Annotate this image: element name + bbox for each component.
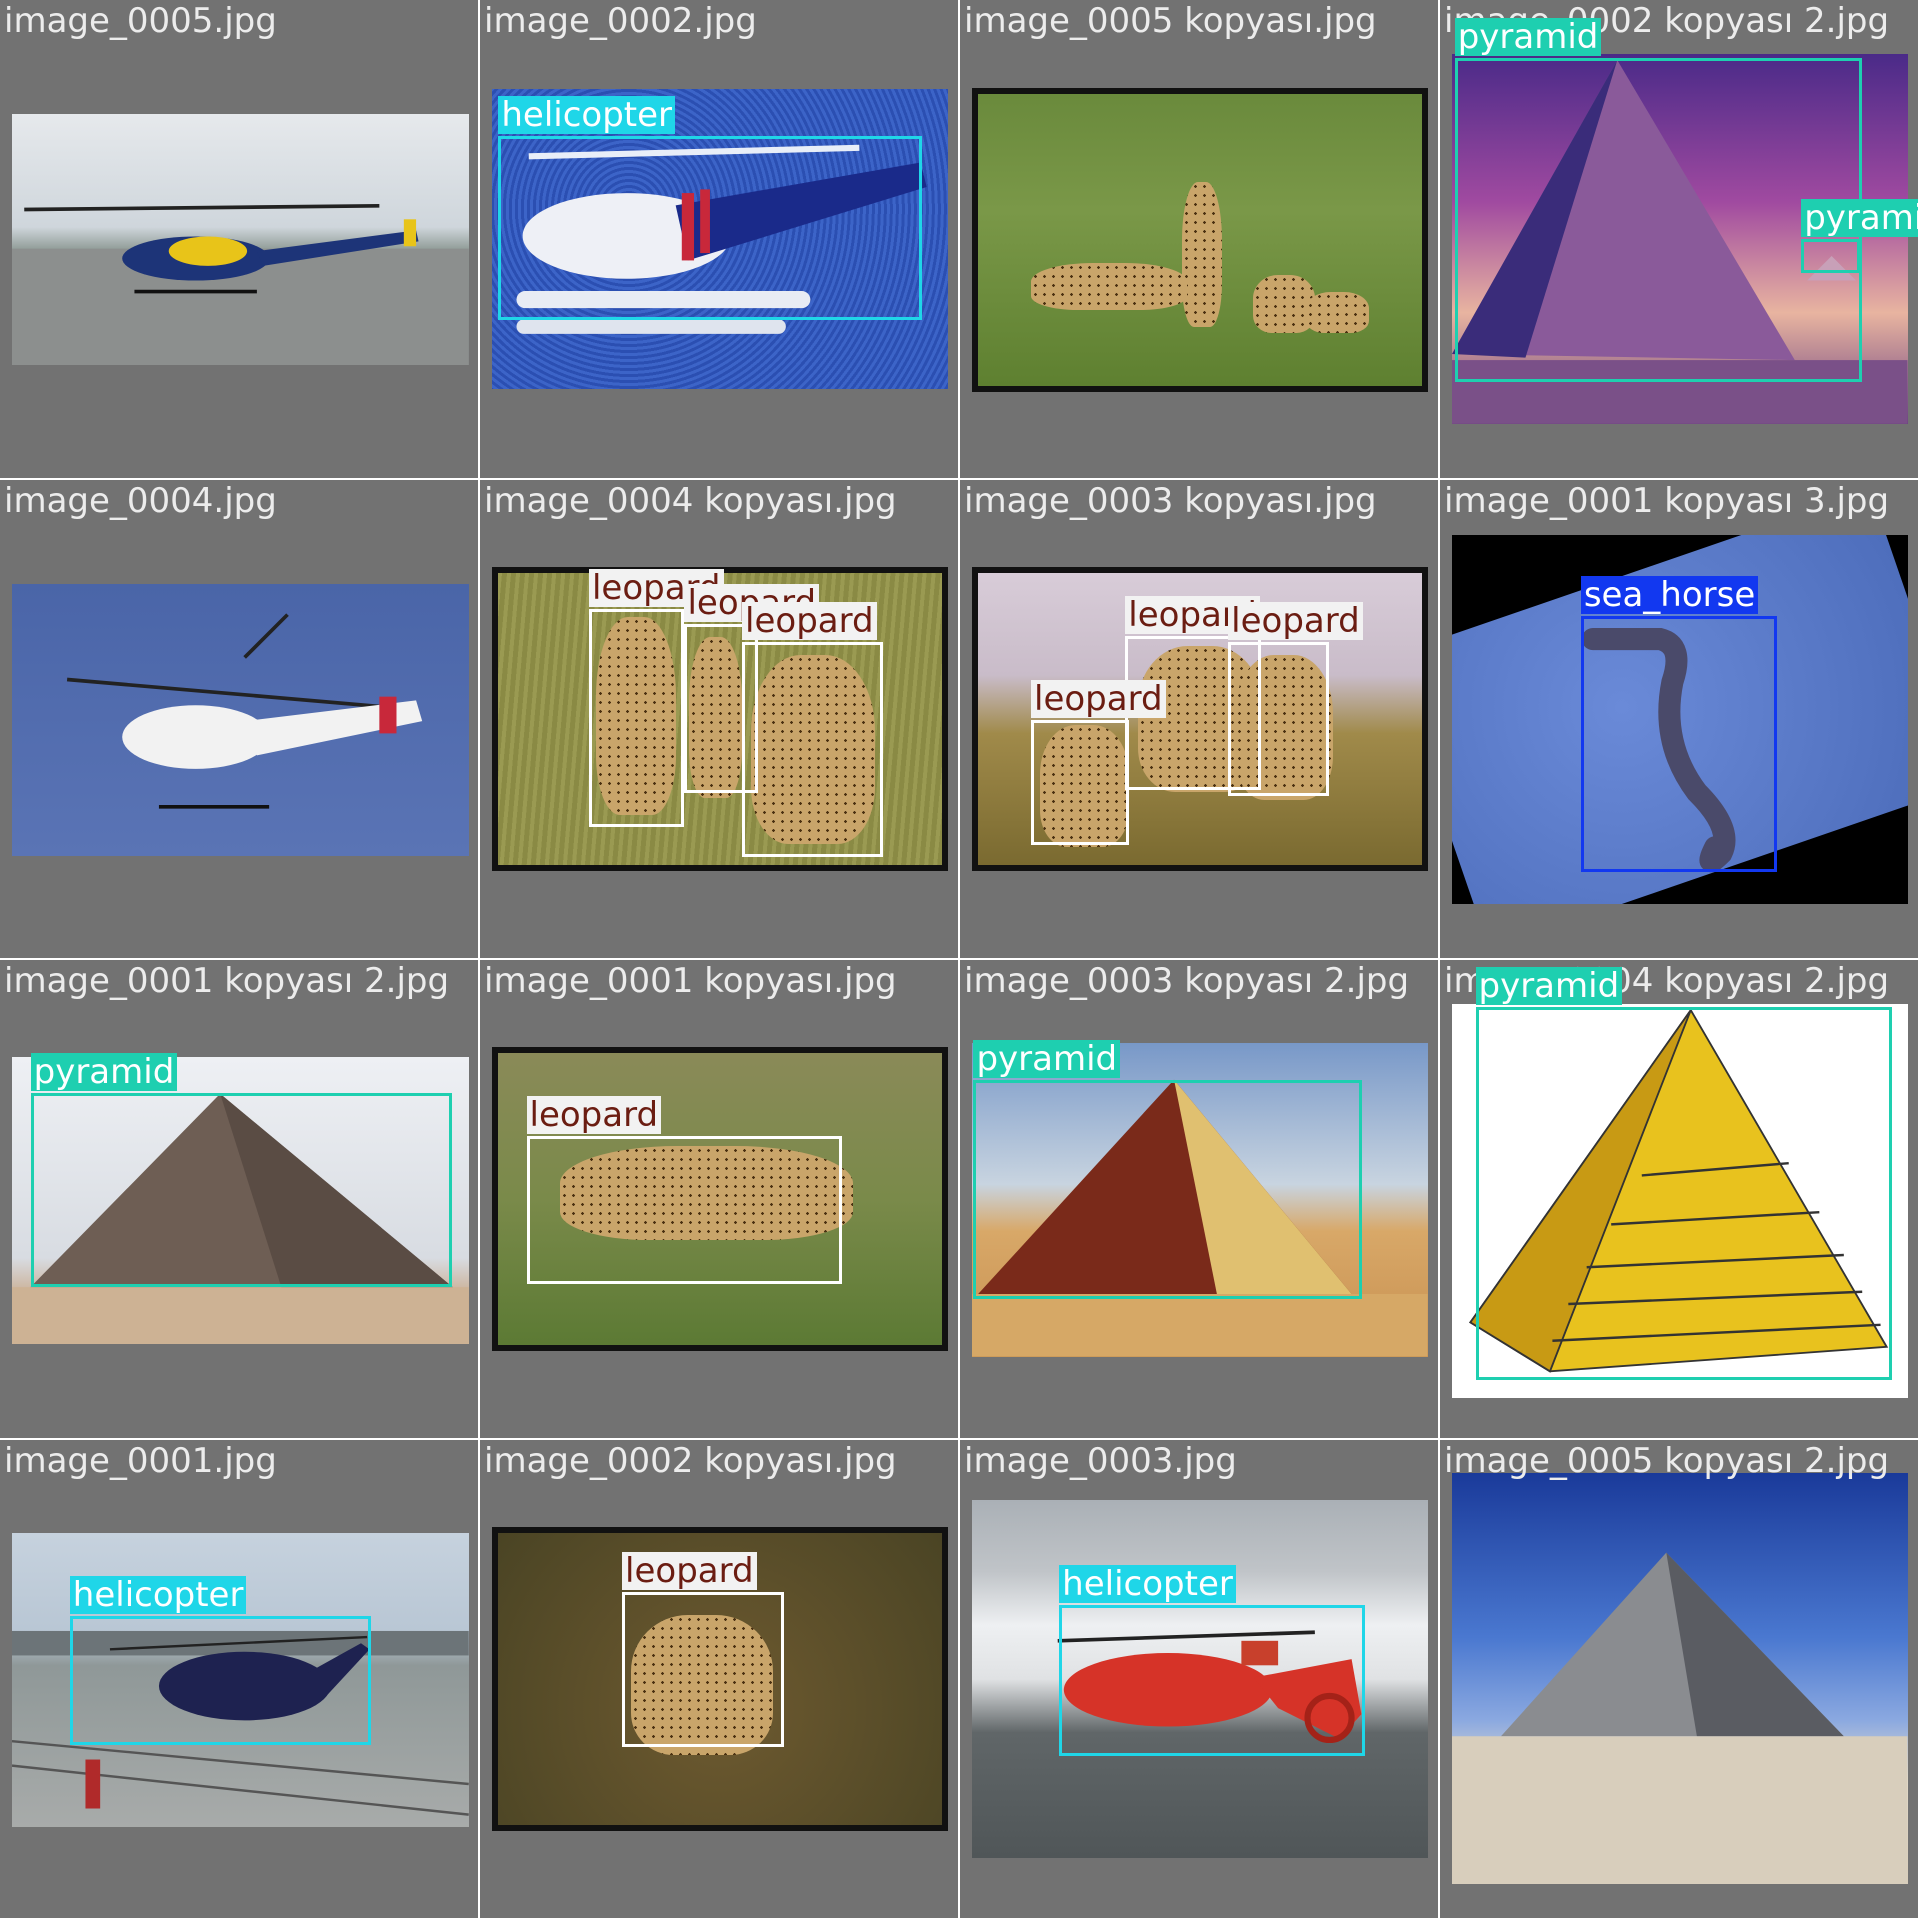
filename-label: image_0001.jpg [4, 1441, 277, 1481]
filename-label: image_0004.jpg [4, 481, 277, 521]
filename-label: image_0002.jpg [484, 1, 757, 41]
filename-label: image_0003.jpg [964, 1441, 1237, 1481]
filename-label: image_0003 kopyası.jpg [964, 481, 1377, 521]
class-label: helicopter [1059, 1565, 1236, 1604]
class-label: leopard [742, 601, 877, 640]
class-label: pyramid [1801, 198, 1918, 237]
filename-label: image_0003 kopyası 2.jpg [964, 961, 1410, 1001]
filename-label: image_0004 kopyası.jpg [484, 481, 897, 521]
result-tile[interactable]: image_0001.jpg helicopter [0, 1440, 478, 1918]
result-tile[interactable]: image_0005.jpg [0, 0, 478, 478]
bounding-box[interactable] [1801, 238, 1860, 274]
result-tile[interactable]: image_0001 kopyası.jpg leopard [480, 960, 958, 1438]
class-label: pyramid [1475, 966, 1623, 1005]
filename-label: image_0001 kopyası.jpg [484, 961, 897, 1001]
bounding-box[interactable] [69, 1616, 371, 1745]
class-label: helicopter [498, 95, 676, 134]
class-label: pyramid [1454, 17, 1602, 56]
result-tile[interactable]: image_0003 kopyası.jpg leopard leopard leop… [960, 480, 1438, 958]
result-image [1452, 1473, 1908, 1885]
result-tile[interactable]: image_0001 kopyası 3.jpg sea_horse [1440, 480, 1918, 958]
result-tile[interactable]: image_0003 kopyası 2.jpg pyramid [960, 960, 1438, 1438]
result-tile[interactable]: image_0005 kopyası 2.jpg [1440, 1440, 1918, 1918]
filename-label: image_0005 kopyası 2.jpg [1444, 1441, 1890, 1481]
result-tile[interactable]: image_0005 kopyası.jpg [960, 0, 1438, 478]
detection-results-grid: image_0005.jpg image_0002.jpg helicopter … [0, 0, 1920, 1920]
bounding-box[interactable] [622, 1591, 784, 1748]
result-image [12, 584, 469, 856]
filename-label: image_0001 kopyası 2.jpg [4, 961, 450, 1001]
bounding-box[interactable] [588, 608, 685, 827]
result-tile[interactable]: image_0002 kopyası.jpg leopard [480, 1440, 958, 1918]
class-label: pyramid [30, 1053, 178, 1092]
class-label: helicopter [69, 1576, 247, 1615]
result-image [12, 113, 469, 365]
result-tile[interactable]: image_0001 kopyası 2.jpg pyramid [0, 960, 478, 1438]
bounding-box[interactable] [1031, 720, 1129, 845]
filename-label: image_0001 kopyası 3.jpg [1444, 481, 1890, 521]
class-label: leopard [526, 1096, 662, 1135]
filename-label: image_0005 kopyası.jpg [964, 1, 1377, 41]
bounding-box[interactable] [742, 641, 883, 858]
class-label: pyramid [973, 1040, 1121, 1078]
result-tile[interactable]: image_0002.jpg helicopter [480, 0, 958, 478]
result-tile[interactable]: image_0002 kopyası 2.jpgpyramidpyramid [1440, 0, 1918, 478]
result-tile[interactable]: image_0004 kopyası.jpgleopardleopardleop… [480, 480, 958, 958]
bounding-box[interactable] [526, 1136, 843, 1285]
filename-label: image_0005.jpg [4, 1, 277, 41]
result-tile[interactable]: image_0004.jpg [0, 480, 478, 958]
class-label: sea_horse [1580, 575, 1759, 614]
class-label: leopard [1228, 601, 1363, 640]
bounding-box[interactable] [1475, 1006, 1892, 1380]
bounding-box[interactable] [1580, 615, 1777, 872]
bounding-box[interactable] [1228, 641, 1329, 796]
class-label: leopard [622, 1551, 757, 1590]
filename-label: image_0002 kopyası.jpg [484, 1441, 897, 1481]
bounding-box[interactable] [1059, 1605, 1366, 1756]
bounding-box[interactable] [30, 1093, 452, 1287]
result-tile[interactable]: image_0004 kopyası 2.jpg pyramid [1440, 960, 1918, 1438]
result-image [972, 88, 1428, 392]
bounding-box[interactable] [973, 1080, 1362, 1300]
class-label: leopard [1031, 680, 1166, 718]
bounding-box[interactable] [498, 135, 923, 320]
result-tile[interactable]: image_0003.jpg helicopter [960, 1440, 1438, 1918]
